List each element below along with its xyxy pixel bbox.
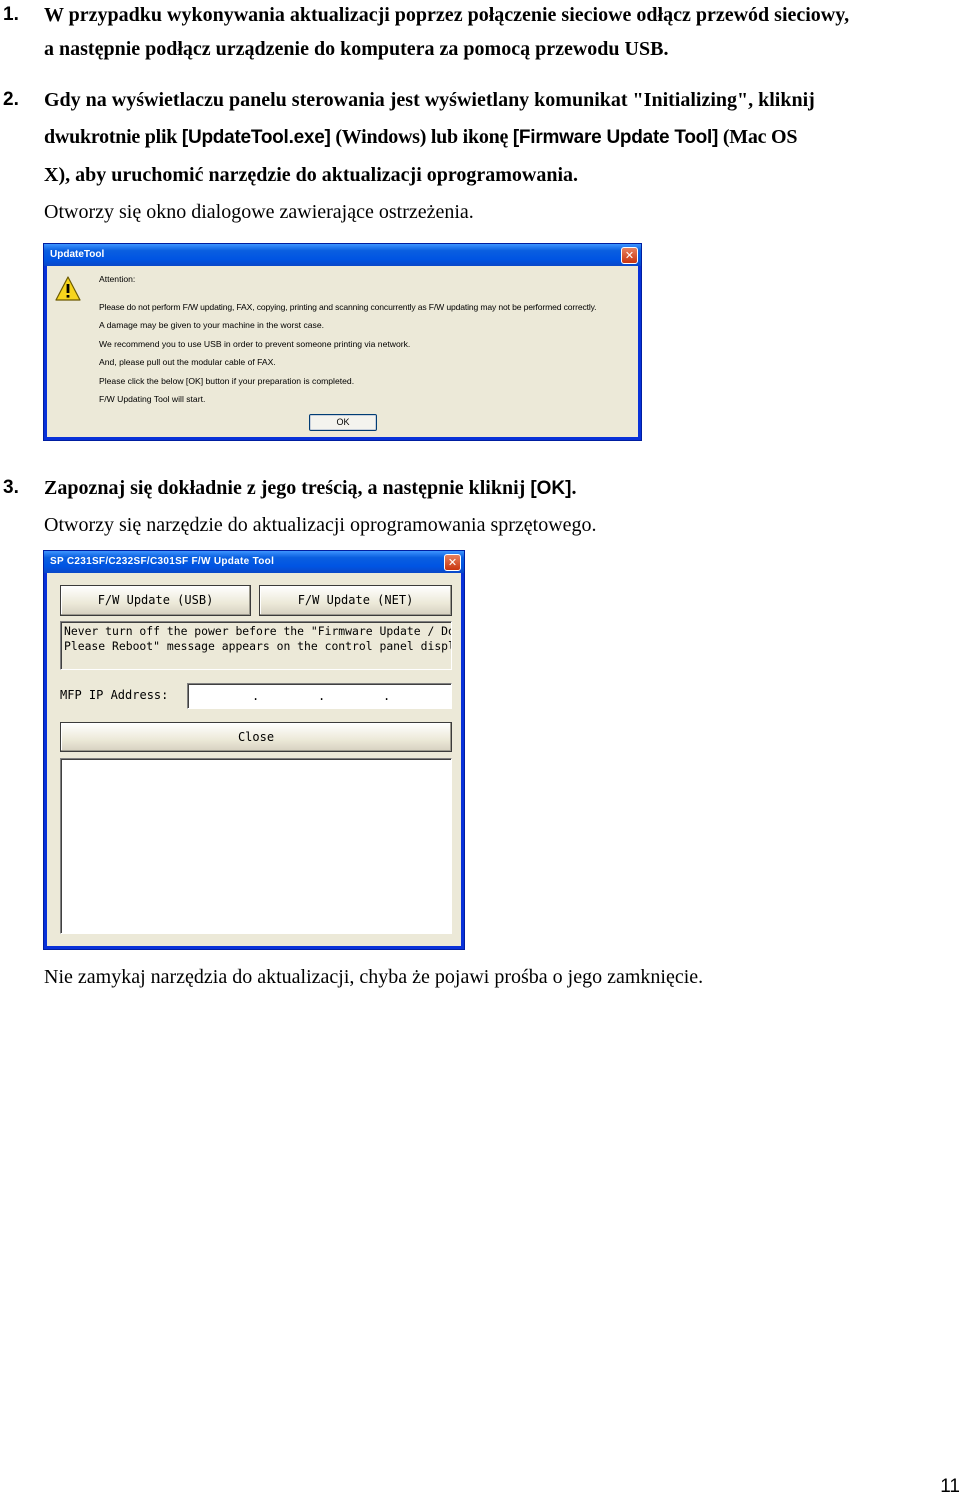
attention-heading: Attention:: [99, 274, 136, 284]
step-3-note: Otworzy się narzędzie do aktualizacji op…: [44, 514, 597, 536]
icon-name-firmware-update-tool: [Firmware Update Tool]: [512, 127, 719, 148]
footer-note: Nie zamykaj narzędzia do aktualizacji, c…: [44, 966, 704, 988]
step-2-line-2-suffix: (Mac OS: [718, 126, 798, 148]
page-number: 11: [940, 1476, 960, 1497]
step-3-line-1: Zapoznaj się dokładnie z jego treścią, a…: [44, 476, 576, 501]
mfp-ip-address-input[interactable]: . . .: [187, 683, 452, 709]
notice-line: Never turn off the power before the "Fir…: [64, 624, 452, 638]
notice-line: Please Reboot" message appears on the co…: [64, 639, 452, 653]
update-tool-window: SP C231SF/C232SF/C301SF F/W Update Tool …: [43, 550, 465, 950]
warning-icon: [55, 276, 81, 301]
fw-update-usb-button[interactable]: F/W Update (USB): [60, 585, 251, 616]
step-number: 2.: [3, 89, 19, 110]
step-1-line-2: a następnie podłącz urządzenie do komput…: [44, 38, 669, 60]
filename-updatetool: [UpdateTool.exe]: [181, 127, 331, 148]
update-tool-title: SP C231SF/C232SF/C301SF F/W Update Tool: [50, 556, 275, 567]
step-2-line-2: dwukrotnie plik [UpdateTool.exe] (Window…: [44, 125, 797, 150]
button-name-ok: [OK]: [530, 478, 572, 499]
attention-message: F/W Updating Tool will start.: [99, 394, 206, 404]
close-button[interactable]: Close: [60, 722, 452, 752]
close-icon[interactable]: ✕: [621, 247, 638, 264]
mfp-ip-address-label: MFP IP Address:: [60, 688, 169, 702]
log-output-area[interactable]: [60, 758, 452, 934]
step-3-line-1-prefix: Zapoznaj się dokładnie z jego treścią, a…: [44, 477, 531, 499]
fw-update-net-button[interactable]: F/W Update (NET): [259, 585, 452, 616]
step-number: 3.: [3, 477, 19, 498]
power-warning-notice: Never turn off the power before the "Fir…: [60, 621, 452, 670]
step-number: 1.: [3, 4, 19, 25]
ip-separator: .: [383, 689, 391, 703]
step-2-line-3: X), aby uruchomić narzędzie do aktualiza…: [44, 164, 579, 186]
ip-separator: .: [318, 689, 326, 703]
attention-message: Please click the below [OK] button if yo…: [99, 376, 355, 386]
attention-message: A damage may be given to your machine in…: [99, 320, 324, 330]
ip-separator: .: [252, 689, 260, 703]
attention-dialog-title: UpdateTool: [50, 249, 105, 260]
step-2-line-2-prefix: dwukrotnie plik: [44, 126, 182, 148]
attention-dialog: UpdateTool ✕ Attention: Please do not pe…: [43, 243, 642, 441]
attention-message: Please do not perform F/W updating, FAX,…: [99, 302, 597, 312]
step-1-line-1: W przypadku wykonywania aktualizacji pop…: [44, 4, 850, 26]
update-tool-body: F/W Update (USB) F/W Update (NET) Never …: [47, 573, 461, 946]
step-3-line-1-suffix: .: [571, 477, 577, 499]
close-icon[interactable]: ✕: [444, 554, 461, 571]
attention-message: We recommend you to use USB in order to …: [99, 339, 411, 349]
attention-dialog-titlebar: UpdateTool ✕: [44, 244, 641, 266]
update-tool-titlebar: SP C231SF/C232SF/C301SF F/W Update Tool …: [44, 551, 464, 573]
step-2-line-1: Gdy na wyświetlaczu panelu sterowania je…: [44, 89, 815, 111]
attention-dialog-body: Attention: Please do not perform F/W upd…: [47, 266, 638, 437]
ok-button[interactable]: OK: [309, 414, 377, 431]
step-2-note: Otworzy się okno dialogowe zawierające o…: [44, 201, 474, 223]
step-2-line-2-mid: (Windows) lub ikonę: [330, 126, 513, 148]
attention-message: And, please pull out the modular cable o…: [99, 357, 276, 367]
